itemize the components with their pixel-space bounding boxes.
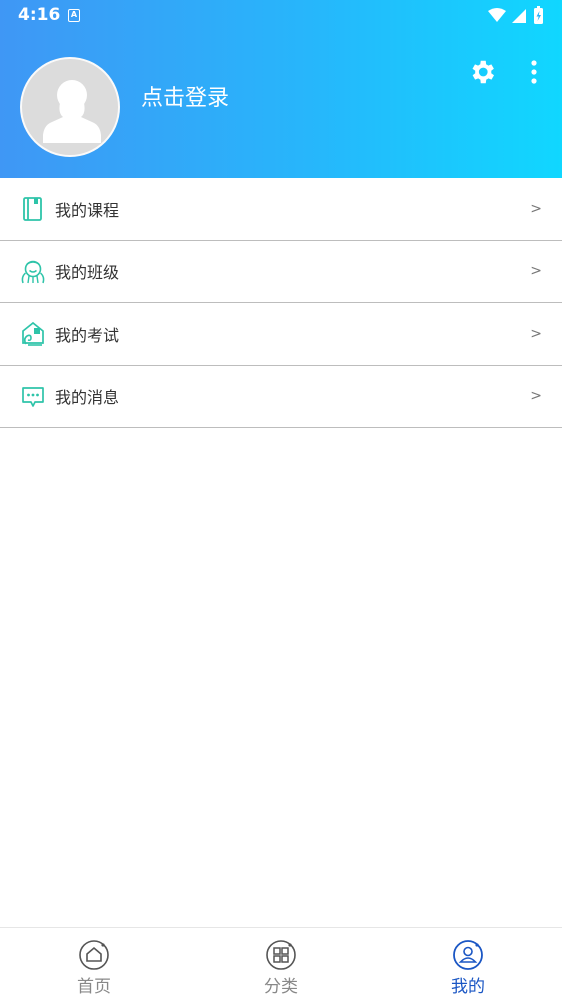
tab-label: 分类 xyxy=(264,977,298,997)
chat-icon xyxy=(22,386,44,407)
menu-item-my-courses[interactable]: 我的课程 > xyxy=(0,178,562,241)
exam-house-icon xyxy=(22,321,44,346)
category-grid-icon xyxy=(266,940,296,970)
bottom-tab-bar: 首页 分类 我的 xyxy=(0,927,562,1000)
chevron-right-icon: > xyxy=(530,325,542,342)
wifi-icon xyxy=(488,8,506,22)
signal-battery-icons xyxy=(488,6,543,24)
menu-item-label: 我的考试 xyxy=(55,325,120,345)
login-link[interactable]: 点击登录 xyxy=(141,80,229,112)
cell-signal-icon xyxy=(512,9,526,23)
status-bar: 4:16 A xyxy=(0,0,562,32)
menu-item-my-exams[interactable]: 我的考试 > xyxy=(0,303,562,366)
tab-label: 我的 xyxy=(451,977,485,997)
book-icon xyxy=(23,197,42,221)
status-time: 4:16 xyxy=(18,5,61,25)
menu-item-label: 我的消息 xyxy=(55,388,120,408)
home-icon xyxy=(79,940,109,970)
menu-item-my-class[interactable]: 我的班级 > xyxy=(0,241,562,303)
more-vertical-icon xyxy=(531,60,537,84)
profile-header: 4:16 A 点击登录 xyxy=(0,0,562,178)
menu-item-my-messages[interactable]: 我的消息 > xyxy=(0,366,562,428)
menu-item-label: 我的班级 xyxy=(55,263,120,283)
tab-category[interactable]: 分类 xyxy=(221,928,341,1000)
notification-a-icon: A xyxy=(68,9,80,22)
gear-icon xyxy=(472,60,494,84)
settings-button[interactable] xyxy=(467,57,497,87)
menu-item-label: 我的课程 xyxy=(55,200,120,220)
chevron-right-icon: > xyxy=(530,388,542,405)
chevron-right-icon: > xyxy=(530,263,542,280)
people-icon xyxy=(21,260,45,283)
default-avatar-icon xyxy=(43,80,101,143)
tab-mine[interactable]: 我的 xyxy=(408,928,528,1000)
menu-list: 我的课程 > 我的班级 > 我的考试 > 我的消息 > xyxy=(0,178,562,428)
more-options-button[interactable] xyxy=(524,57,544,87)
avatar[interactable] xyxy=(20,57,120,157)
tab-label: 首页 xyxy=(77,977,111,997)
tab-home[interactable]: 首页 xyxy=(34,928,154,1000)
chevron-right-icon: > xyxy=(530,200,542,217)
user-icon xyxy=(453,940,483,970)
